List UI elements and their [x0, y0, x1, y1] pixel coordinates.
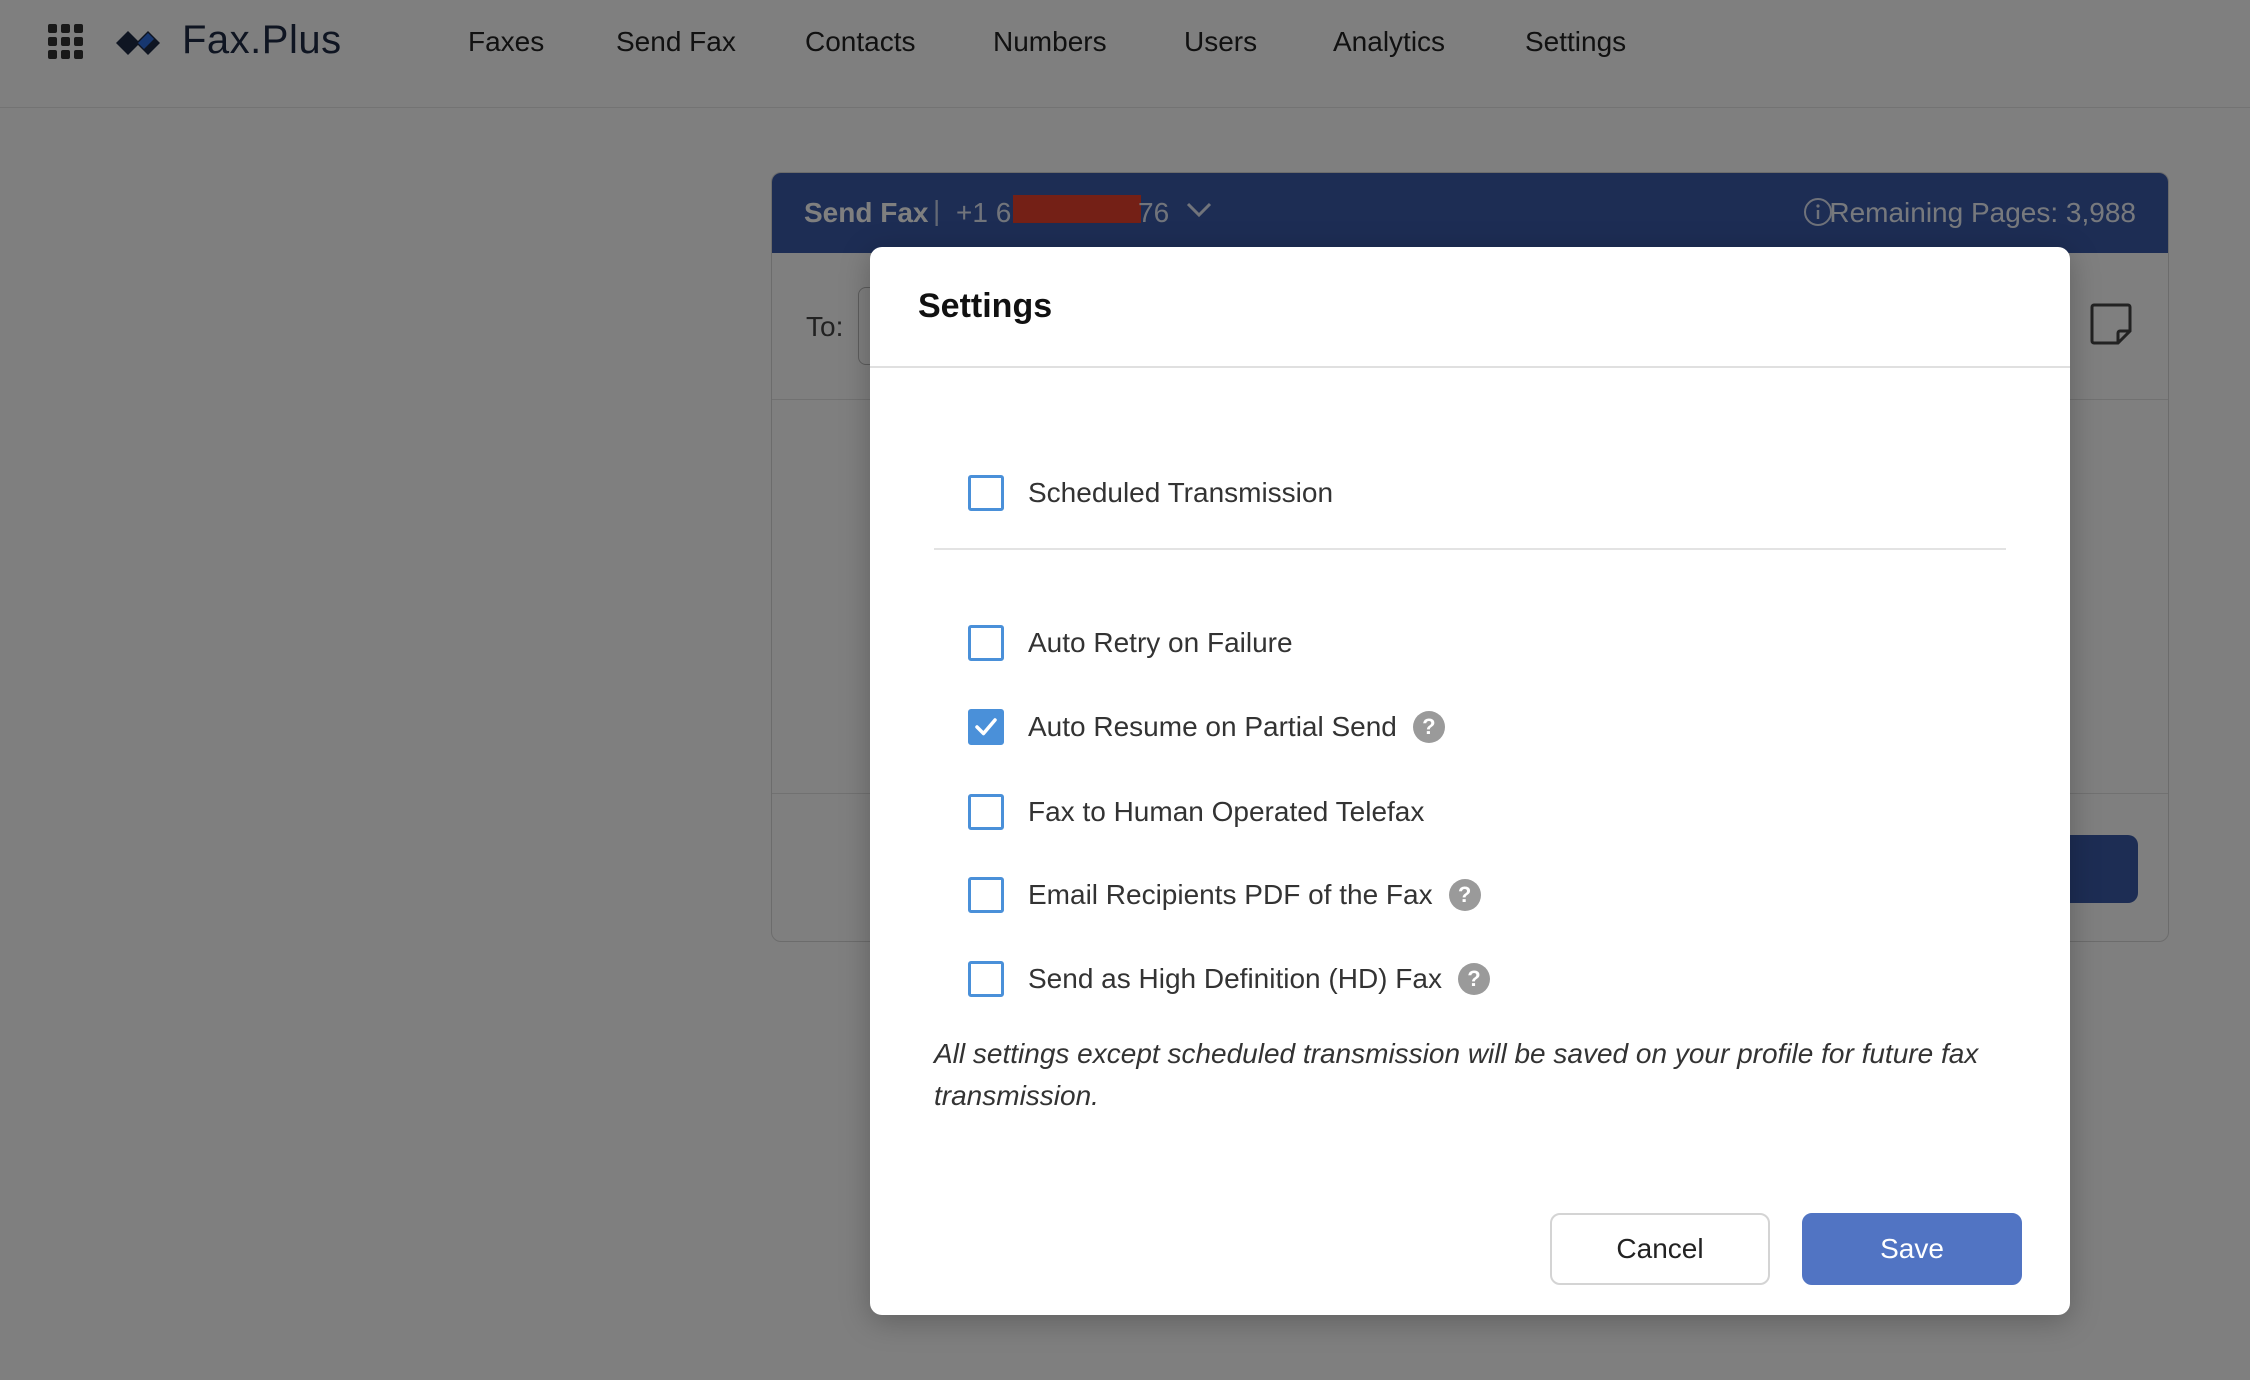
settings-note: All settings except scheduled transmissi… — [934, 1038, 1979, 1111]
option-label: Send as High Definition (HD) Fax — [1028, 963, 1442, 994]
option-scheduled-transmission[interactable]: Scheduled Transmission — [968, 473, 1333, 513]
checkbox[interactable] — [968, 625, 1004, 661]
option-label: Auto Resume on Partial Send — [1028, 711, 1397, 742]
option-label: Fax to Human Operated Telefax — [1028, 796, 1425, 827]
save-button[interactable]: Save — [1802, 1213, 2022, 1285]
option-auto-resume[interactable]: Auto Resume on Partial Send ? — [968, 707, 1445, 747]
option-label: Email Recipients PDF of the Fax — [1028, 879, 1433, 910]
settings-modal: Settings Scheduled Transmission Auto Ret… — [870, 247, 2070, 1315]
modal-header-divider — [870, 366, 2070, 368]
option-auto-retry[interactable]: Auto Retry on Failure — [968, 623, 1293, 663]
help-icon[interactable]: ? — [1457, 963, 1490, 995]
help-icon[interactable]: ? — [1412, 711, 1445, 743]
option-email-pdf[interactable]: Email Recipients PDF of the Fax ? — [968, 875, 1481, 915]
options-divider — [934, 548, 2006, 550]
checkbox[interactable] — [968, 475, 1004, 511]
checkbox-checked[interactable] — [968, 709, 1004, 745]
option-label: Scheduled Transmission — [1028, 477, 1334, 508]
option-human-telefax[interactable]: Fax to Human Operated Telefax — [968, 792, 1424, 832]
option-hd-fax[interactable]: Send as High Definition (HD) Fax ? — [968, 959, 1490, 999]
option-label: Auto Retry on Failure — [1028, 627, 1293, 658]
checkmark-icon — [975, 718, 997, 736]
checkbox[interactable] — [968, 961, 1004, 997]
modal-title: Settings — [918, 287, 1053, 325]
checkbox[interactable] — [968, 877, 1004, 913]
cancel-button[interactable]: Cancel — [1550, 1213, 1770, 1285]
checkbox[interactable] — [968, 794, 1004, 830]
help-icon[interactable]: ? — [1448, 879, 1481, 911]
